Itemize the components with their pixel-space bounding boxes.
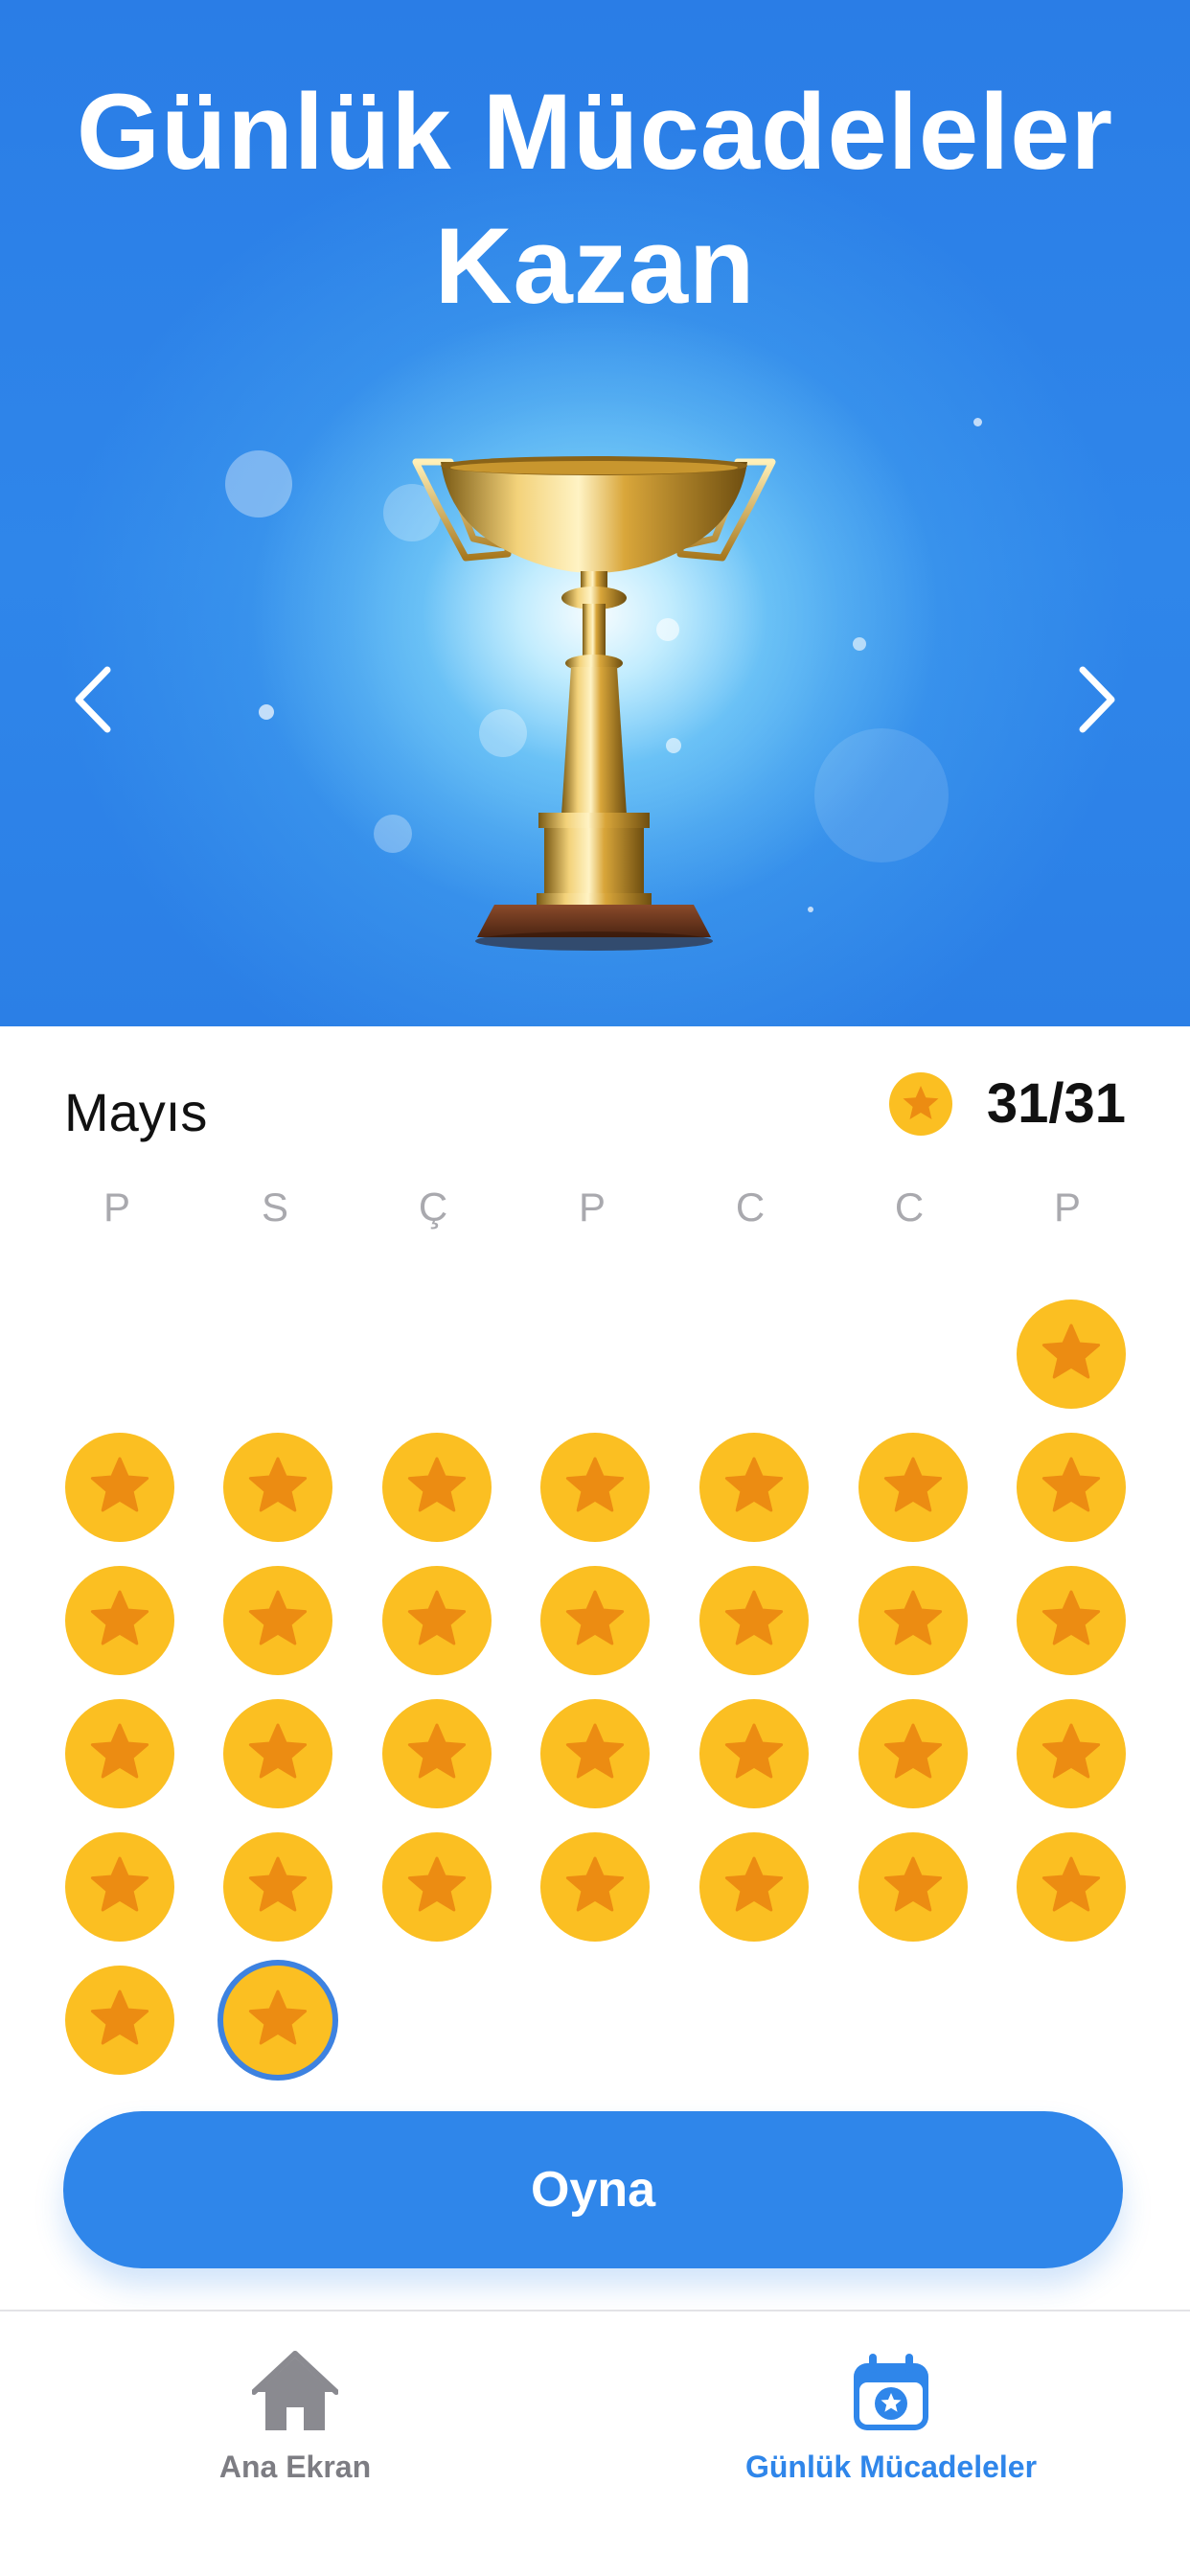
day-coin[interactable] [65, 1966, 174, 2075]
star-icon [1041, 1457, 1101, 1512]
day-coin[interactable] [1017, 1566, 1126, 1675]
star-coin-icon [888, 1071, 952, 1136]
star-icon [248, 1457, 308, 1512]
weekday-label: C [894, 1184, 925, 1230]
tab-bar: Ana Ekran Günlük Mücadeleler [0, 2310, 1190, 2576]
bokeh-light [853, 637, 866, 651]
day-coin[interactable] [223, 1832, 332, 1942]
day-coin[interactable] [699, 1699, 809, 1808]
star-icon [1041, 1323, 1101, 1379]
star-icon [883, 1723, 943, 1779]
day-coin[interactable] [65, 1832, 174, 1942]
day-coin-today[interactable] [217, 1960, 338, 2081]
trophy-icon [412, 456, 776, 951]
star-icon [883, 1590, 943, 1645]
previous-month-button[interactable] [59, 661, 126, 738]
tab-label: Ana Ekran [218, 2450, 372, 2484]
play-button[interactable]: Oyna [63, 2111, 1123, 2268]
weekday-label: C [735, 1184, 766, 1230]
day-coin[interactable] [65, 1433, 174, 1542]
star-icon [724, 1856, 784, 1912]
tab-home[interactable]: Ana Ekran [103, 2350, 487, 2503]
star-icon [565, 1457, 625, 1512]
score-text: 31/31 [986, 1072, 1126, 1135]
star-icon [407, 1457, 467, 1512]
day-coin[interactable] [223, 1566, 332, 1675]
weekday-label: Ç [418, 1184, 448, 1230]
calendar-star-icon [854, 2354, 928, 2430]
star-icon [1041, 1723, 1101, 1779]
next-month-button[interactable] [1064, 661, 1131, 738]
bokeh-light [259, 704, 274, 720]
star-icon [724, 1590, 784, 1645]
day-coin[interactable] [65, 1566, 174, 1675]
weekday-label: P [1053, 1184, 1081, 1230]
star-icon [724, 1457, 784, 1512]
month-label: Mayıs [64, 1082, 208, 1142]
star-icon [407, 1590, 467, 1645]
star-icon [565, 1856, 625, 1912]
day-coin[interactable] [1017, 1832, 1126, 1942]
day-coin[interactable] [540, 1433, 650, 1542]
tab-daily-challenges[interactable]: Günlük Mücadeleler [699, 2350, 1083, 2503]
day-coin[interactable] [858, 1433, 968, 1542]
hero-banner: Günlük Mücadeleler Kazan [0, 0, 1190, 1026]
day-coin[interactable] [1017, 1699, 1126, 1808]
star-icon [248, 1723, 308, 1779]
day-coin[interactable] [699, 1433, 809, 1542]
day-coin[interactable] [382, 1566, 492, 1675]
app-screen: Günlük Mücadeleler Kazan Mayıs 31/31 P S… [0, 0, 1190, 2576]
day-coin[interactable] [540, 1832, 650, 1942]
star-icon [90, 1457, 149, 1512]
star-icon [90, 1990, 149, 2045]
star-icon [883, 1856, 943, 1912]
bokeh-light [973, 418, 982, 426]
home-icon [252, 2351, 338, 2430]
day-coin[interactable] [858, 1566, 968, 1675]
day-coin[interactable] [699, 1566, 809, 1675]
star-icon [883, 1457, 943, 1512]
score-counter: 31/31 [888, 1071, 1126, 1136]
day-coin[interactable] [382, 1832, 492, 1942]
bokeh-light [808, 907, 813, 912]
bokeh-light [814, 728, 949, 862]
star-icon [248, 1990, 308, 2045]
tab-label: Günlük Mücadeleler [744, 2450, 1038, 2484]
star-icon [90, 1723, 149, 1779]
day-coin[interactable] [223, 1699, 332, 1808]
day-coin[interactable] [223, 1433, 332, 1542]
day-coin[interactable] [382, 1433, 492, 1542]
weekday-label: P [578, 1184, 606, 1230]
hero-title-line1: Günlük Mücadeleler [76, 72, 1114, 192]
day-coin[interactable] [1017, 1300, 1126, 1409]
chevron-right-icon [1079, 666, 1115, 733]
weekday-label: P [103, 1184, 130, 1230]
weekday-header: P S Ç P C C P [0, 1184, 1190, 1242]
day-coin[interactable] [65, 1699, 174, 1808]
hero-title-line2: Kazan [434, 206, 756, 326]
bokeh-light [225, 450, 292, 518]
star-icon [407, 1856, 467, 1912]
star-icon [1041, 1856, 1101, 1912]
day-coin[interactable] [858, 1832, 968, 1942]
star-icon [724, 1723, 784, 1779]
day-coin[interactable] [540, 1699, 650, 1808]
hero-title: Günlük Mücadeleler Kazan [38, 65, 1152, 334]
chevron-left-icon [75, 666, 111, 733]
day-coin[interactable] [1017, 1433, 1126, 1542]
star-icon [1041, 1590, 1101, 1645]
star-icon [407, 1723, 467, 1779]
star-icon [565, 1590, 625, 1645]
day-coin[interactable] [382, 1699, 492, 1808]
day-coin[interactable] [699, 1832, 809, 1942]
star-icon [248, 1856, 308, 1912]
star-icon [90, 1590, 149, 1645]
day-coin[interactable] [858, 1699, 968, 1808]
weekday-label: S [261, 1184, 288, 1230]
star-icon [565, 1723, 625, 1779]
star-icon [90, 1856, 149, 1912]
star-icon [248, 1590, 308, 1645]
day-coin[interactable] [540, 1566, 650, 1675]
